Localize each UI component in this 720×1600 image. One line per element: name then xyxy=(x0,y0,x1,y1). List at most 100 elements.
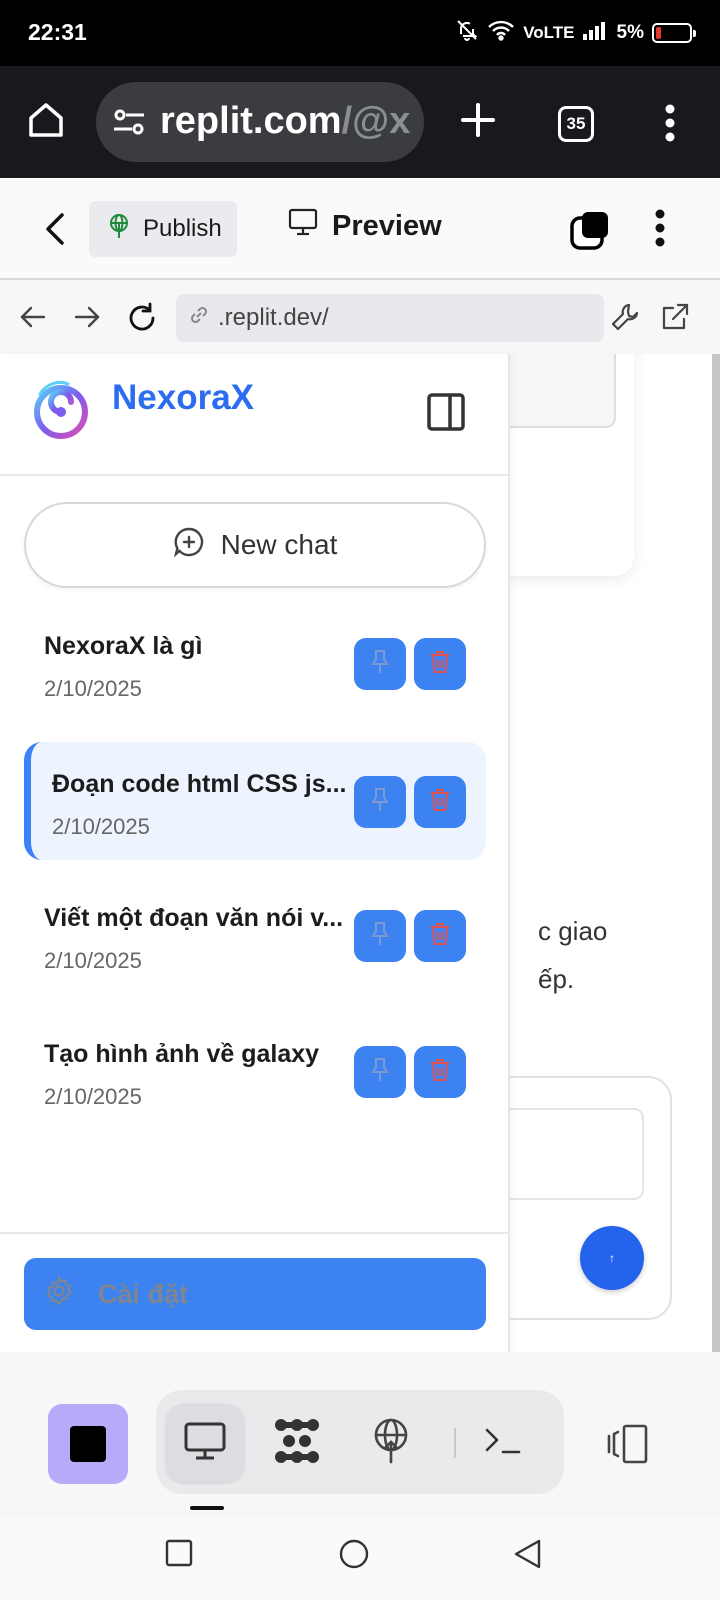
settings-button[interactable]: Cài đặt xyxy=(24,1258,486,1330)
new-chat-label: New chat xyxy=(220,529,338,560)
chat-date: 2/10/2025 xyxy=(44,676,142,701)
delete-button[interactable] xyxy=(414,1046,466,1098)
brand-name: NexoraX xyxy=(112,378,255,417)
pin-button[interactable] xyxy=(354,638,406,690)
status-icons: VoLTE 5% xyxy=(455,18,696,48)
nexorax-logo xyxy=(32,376,90,440)
chat-item[interactable]: Tạo hình ảnh về galaxy 2/10/2025 xyxy=(24,1012,486,1130)
bg-text-line: ếp. xyxy=(538,964,575,994)
stop-button[interactable] xyxy=(48,1404,128,1484)
open-external-icon[interactable] xyxy=(660,302,690,337)
delete-button[interactable] xyxy=(414,638,466,690)
site-settings-icon[interactable] xyxy=(112,108,146,141)
recents-icon[interactable] xyxy=(164,1538,194,1573)
pin-icon xyxy=(368,1057,392,1088)
sidebar: NexoraX New chat NexoraX là gì 2/10/2025… xyxy=(0,354,510,1352)
webview-address-row: .replit.dev/ xyxy=(0,280,720,354)
chat-title: NexoraX là gì xyxy=(44,632,203,660)
switch-tabs-icon[interactable] xyxy=(570,210,610,255)
webview-url-field[interactable]: .replit.dev/ xyxy=(176,294,604,342)
delete-button[interactable] xyxy=(414,776,466,828)
url-text: replit.com/@x xyxy=(160,100,410,143)
pin-button[interactable] xyxy=(354,910,406,962)
bg-text-line: c giao xyxy=(538,916,608,946)
trash-icon xyxy=(428,1057,452,1088)
tabs-button[interactable]: 35 xyxy=(558,106,594,142)
chat-item[interactable]: NexoraX là gì 2/10/2025 xyxy=(24,604,486,722)
url-domain: replit.com xyxy=(160,100,342,142)
new-tab-icon[interactable] xyxy=(458,100,498,145)
network-label: VoLTE xyxy=(523,23,575,42)
pin-icon xyxy=(368,921,392,952)
preview-label: Preview xyxy=(332,209,442,242)
publish-label: Publish xyxy=(143,215,222,242)
nav-forward-icon[interactable] xyxy=(72,302,102,337)
reload-icon[interactable] xyxy=(126,302,158,339)
battery-icon xyxy=(652,23,696,43)
chat-date: 2/10/2025 xyxy=(52,814,150,839)
preview-tab-button[interactable] xyxy=(166,1404,244,1482)
dock-divider xyxy=(454,1428,456,1458)
agent-icon xyxy=(273,1417,321,1470)
chat-date: 2/10/2025 xyxy=(44,948,142,973)
chat-date: 2/10/2025 xyxy=(44,1084,142,1109)
trash-icon xyxy=(428,649,452,680)
shell-icon xyxy=(483,1424,523,1463)
globe-icon xyxy=(107,213,131,246)
chat-item-active[interactable]: Đoạn code html CSS js... 2/10/2025 xyxy=(24,742,486,860)
home-icon[interactable] xyxy=(26,100,66,145)
dock-tab-group xyxy=(156,1390,564,1494)
scrollbar[interactable] xyxy=(712,354,720,1352)
sidebar-header: NexoraX xyxy=(0,354,510,476)
sidebar-footer: Cài đặt xyxy=(0,1232,510,1352)
status-time: 22:31 xyxy=(28,19,87,45)
trash-icon xyxy=(428,921,452,952)
new-chat-icon xyxy=(173,526,205,565)
chat-item[interactable]: Viết một đoạn văn nói v... 2/10/2025 xyxy=(24,876,486,994)
devtools-wrench-icon[interactable] xyxy=(610,302,640,337)
back-icon[interactable] xyxy=(42,210,68,253)
webview-url-text: .replit.dev/ xyxy=(218,304,329,331)
panel-layout-icon[interactable] xyxy=(606,1424,650,1469)
browser-toolbar: replit.com/@x 35 xyxy=(0,66,720,178)
active-tab-indicator xyxy=(190,1506,224,1510)
replit-dock xyxy=(0,1352,720,1518)
preview-tab[interactable]: Preview xyxy=(288,208,442,244)
battery-percent: 5% xyxy=(616,22,644,43)
agent-tab-button[interactable] xyxy=(258,1404,336,1482)
more-options-icon[interactable] xyxy=(654,208,666,253)
trash-icon xyxy=(428,787,452,818)
pin-icon xyxy=(368,649,392,680)
chat-title: Tạo hình ảnh về galaxy xyxy=(44,1040,320,1068)
status-bar: 22:31 VoLTE 5% xyxy=(0,0,720,66)
settings-label: Cài đặt xyxy=(98,1278,189,1309)
home-nav-icon[interactable] xyxy=(338,1538,370,1575)
gear-icon xyxy=(44,1274,74,1313)
system-nav-bar xyxy=(0,1518,720,1600)
shell-tab-button[interactable] xyxy=(464,1404,542,1482)
signal-icon xyxy=(582,20,609,46)
new-chat-button[interactable]: New chat xyxy=(24,502,486,588)
publish-button[interactable]: Publish xyxy=(89,201,237,257)
mute-icon xyxy=(455,18,479,48)
pin-icon xyxy=(368,787,392,818)
toggle-sidebar-icon[interactable] xyxy=(426,392,466,437)
delete-button[interactable] xyxy=(414,910,466,962)
pin-button[interactable] xyxy=(354,1046,406,1098)
pin-button[interactable] xyxy=(354,776,406,828)
chat-title: Viết một đoạn văn nói v... xyxy=(44,904,344,932)
chat-title: Đoạn code html CSS js... xyxy=(52,770,347,798)
stop-icon xyxy=(70,1426,106,1462)
menu-icon[interactable] xyxy=(664,104,676,147)
deploy-icon xyxy=(371,1418,411,1469)
monitor-icon xyxy=(288,208,318,244)
url-bar[interactable]: replit.com/@x xyxy=(96,82,424,162)
url-path: /@x xyxy=(341,100,411,142)
bg-message-input[interactable] xyxy=(492,1108,644,1200)
nav-back-icon[interactable] xyxy=(18,302,48,337)
deploy-tab-button[interactable] xyxy=(352,1404,430,1482)
send-button[interactable]: ↑ xyxy=(580,1226,644,1290)
wifi-icon xyxy=(487,19,515,47)
back-nav-icon[interactable] xyxy=(512,1538,544,1575)
replit-header: Publish Preview xyxy=(0,178,720,280)
